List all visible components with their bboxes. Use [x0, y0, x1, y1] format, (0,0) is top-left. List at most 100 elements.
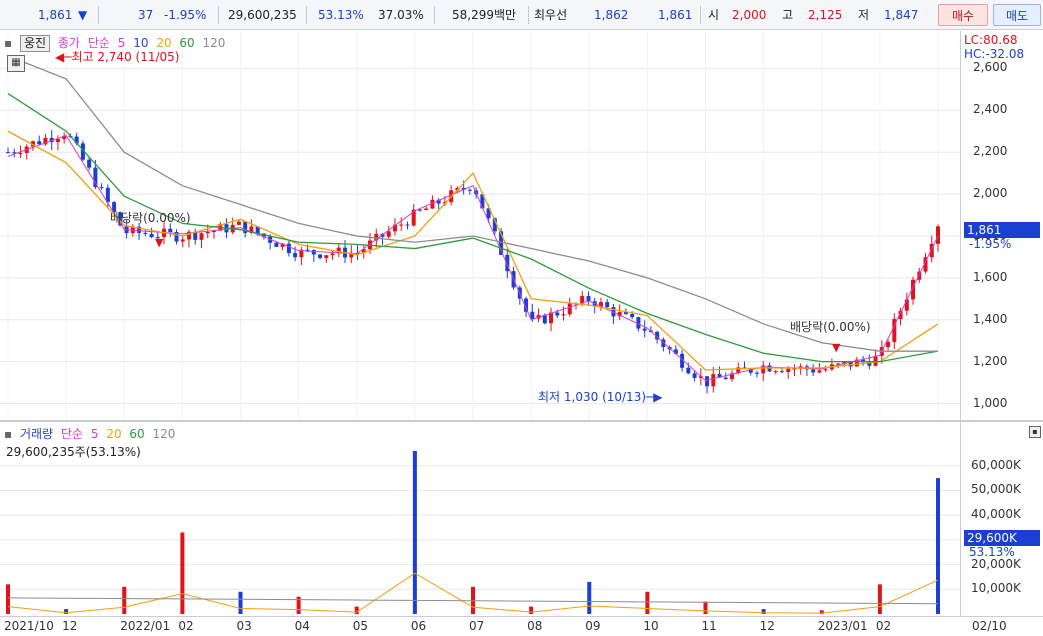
low-price: 1,847: [884, 8, 919, 22]
volume-chart-pane[interactable]: ▪ 거래량 단순 5 20 60 120 29,600,235주(53.13%): [0, 422, 960, 616]
candle-body: [205, 231, 210, 234]
volume-bar: [587, 581, 592, 614]
close-pane-icon[interactable]: ▪: [1029, 426, 1041, 438]
current-price-pct: -1.95%: [969, 237, 1012, 251]
open-label: 시: [708, 8, 720, 22]
symbol-name[interactable]: 웅진: [19, 35, 51, 52]
price-tick-label: 1,600: [973, 269, 1008, 284]
best-bid: 1,861: [658, 8, 693, 22]
date-tick-label: 11: [701, 619, 717, 633]
candle-body: [817, 370, 822, 373]
date-tick-label: 07: [469, 619, 485, 633]
candle-body: [55, 138, 60, 143]
candle-body: [318, 254, 323, 258]
dividend-annotation-2: 배당락(0.00%): [790, 320, 871, 334]
buy-button[interactable]: 매수: [938, 4, 988, 26]
best-ask: 1,862: [594, 8, 629, 22]
candle-body: [293, 253, 298, 258]
price-axis: LC:80.68 HC:-32.08 2,600 2,400 2,200 2,000 1…: [960, 31, 1043, 420]
volume-bar: [180, 532, 185, 614]
candle-body: [786, 368, 791, 373]
best-quote-label: 최우선: [534, 8, 568, 22]
candle-body: [330, 253, 335, 256]
price-tick-label: 2,000: [973, 186, 1008, 201]
candle-body: [723, 377, 728, 380]
legend-vol-ma5: 5: [90, 427, 99, 441]
volume-current: 29,600,235주(53.13%): [6, 445, 141, 459]
price-change-pct: -1.95%: [164, 8, 207, 22]
candle-body: [692, 373, 697, 378]
candle-body: [424, 208, 429, 211]
table-grid-icon[interactable]: ▦: [7, 55, 25, 72]
collapse-icon[interactable]: ▪: [4, 427, 12, 441]
high-price: 2,125: [808, 8, 843, 22]
date-tick-label: 03: [236, 619, 252, 633]
candle-body: [823, 369, 828, 371]
price-tick-label: 1,200: [973, 353, 1008, 368]
candle-body: [773, 371, 778, 373]
volume-value: 29,600,235: [228, 8, 297, 22]
price-tick-label: 2,600: [973, 60, 1008, 75]
volume-bar: [238, 591, 243, 614]
candle-body: [792, 368, 797, 370]
candle-body: [936, 226, 940, 244]
candle-body: [6, 152, 10, 154]
date-tick-label: 10: [643, 619, 659, 633]
candle-body: [87, 159, 92, 168]
hc-label: HC:-32.08: [964, 47, 1025, 61]
date-tick-label: 2022/01: [120, 619, 171, 633]
sell-button[interactable]: 매도: [993, 4, 1041, 26]
low-label: 저: [858, 8, 870, 22]
candle-body: [586, 296, 591, 302]
trade-amount: 58,299백만: [452, 8, 517, 22]
candle-body: [642, 328, 647, 331]
volume-ratio: 53.13%: [318, 8, 364, 22]
candle-body: [168, 228, 173, 232]
candle-body: [686, 367, 691, 374]
legend-ma120: 120: [202, 36, 226, 50]
volume-bar: [703, 601, 708, 614]
price-tick-label: 2,200: [973, 144, 1008, 159]
candle-body: [311, 250, 316, 255]
candle-body: [274, 242, 279, 247]
candle-body: [630, 314, 635, 318]
legend-vol-ma20: 20: [106, 427, 122, 441]
price-tick-label: 1,000: [973, 395, 1008, 410]
price-tick-label: 1,400: [973, 311, 1008, 326]
high-annotation: ◀─최고 2,740 (11/05): [55, 50, 180, 64]
candle-body: [567, 303, 572, 315]
candle-body: [873, 355, 878, 366]
date-tick-label: 2023/01: [817, 619, 868, 633]
volume-tick-label: 60,000K: [971, 457, 1021, 472]
date-tick-label: 06: [410, 619, 427, 633]
candle-body: [386, 231, 391, 237]
volume-tick-label: 40,000K: [971, 507, 1021, 522]
down-arrow-icon: ▼: [78, 8, 88, 22]
volume-tick-label: 50,000K: [971, 482, 1021, 497]
legend-vol-ma-type: 단순: [60, 427, 84, 441]
price-tick-label: 2,400: [973, 102, 1008, 117]
date-tick-label: 09: [585, 619, 601, 633]
low-annotation: 최저 1,030 (10/13)─▶: [538, 390, 663, 404]
candle-body: [324, 255, 329, 258]
candle-body: [542, 315, 547, 324]
candle-body: [754, 372, 759, 374]
high-label: 고: [782, 8, 794, 22]
candle-body: [605, 302, 610, 308]
candle-body: [467, 189, 472, 191]
volume-bar: [529, 606, 534, 614]
candle-body: [561, 314, 566, 316]
volume-axis: ▪ 60,000K50,000K40,000K30,000K20,000K10,…: [960, 422, 1043, 616]
collapse-icon[interactable]: ▪: [4, 36, 12, 50]
candle-body: [917, 271, 922, 280]
candle-body: [149, 233, 154, 238]
volume-bar: [877, 584, 882, 614]
turnover-ratio: 37.03%: [378, 8, 424, 22]
date-tick-label: 02: [875, 619, 892, 633]
date-tick-label: 2021/10: [4, 619, 54, 633]
price-chart-pane[interactable]: ▪ 웅진 종가 단순 5 10 20 60 120 ▦ ◀─최고 2,740 (…: [0, 31, 960, 420]
volume-bar: [936, 478, 940, 614]
legend-ma60: 60: [179, 36, 195, 50]
volume-legend: ▪ 거래량 단순 5 20 60 120: [4, 425, 179, 442]
dividend-annotation-1: 배당락(0.00%): [110, 211, 191, 225]
